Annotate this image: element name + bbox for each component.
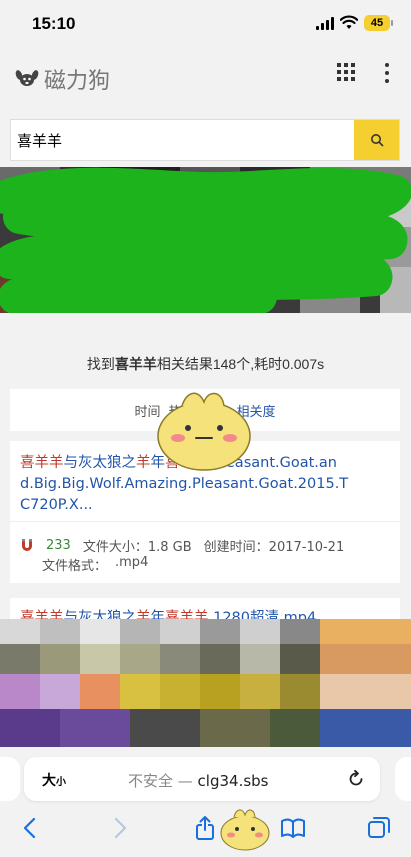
grid-menu-icon[interactable] bbox=[337, 63, 355, 81]
dog-paw-logo-icon[interactable] bbox=[15, 66, 39, 90]
bookmarks-icon[interactable] bbox=[280, 815, 306, 841]
search-bar bbox=[10, 119, 400, 161]
summary-suffix: 相关结果148个,耗时0.007s bbox=[156, 356, 325, 372]
summary-query: 喜羊羊 bbox=[114, 356, 157, 372]
status-bar: 15:10 45 bbox=[0, 0, 411, 48]
mascot-sticker bbox=[157, 392, 251, 471]
title-highlight: 羊 bbox=[136, 455, 151, 471]
tabs-icon[interactable] bbox=[366, 815, 392, 841]
summary-prefix: 找到 bbox=[86, 356, 115, 372]
created-date: 创建时间：2017-10-21 bbox=[204, 536, 345, 555]
site-header: 磁力狗 bbox=[0, 55, 411, 100]
text-size-label: 大 bbox=[42, 773, 56, 789]
search-button[interactable] bbox=[354, 120, 399, 160]
created-date-value: 2017-10-21 bbox=[268, 539, 345, 555]
wifi-icon bbox=[340, 15, 358, 29]
previous-tab-peek[interactable] bbox=[0, 757, 20, 801]
result-meta: 233 文件大小：1.8 GB 创建时间：2017-10-21 文件格式： .m… bbox=[20, 535, 390, 575]
file-size: 文件大小：1.8 GB bbox=[83, 536, 192, 555]
file-format-label: 文件格式： bbox=[42, 559, 108, 574]
insecure-label: 不安全 — bbox=[128, 772, 198, 790]
result-summary: 找到喜羊羊相关结果148个,耗时0.007s bbox=[0, 354, 411, 374]
text-size-button[interactable]: 大小 bbox=[42, 770, 66, 790]
title-text: 与灰太狼之 bbox=[63, 455, 137, 471]
forward-icon[interactable] bbox=[106, 815, 132, 841]
file-format-value: .mp4 bbox=[115, 555, 149, 570]
cellular-signal-icon bbox=[316, 17, 334, 30]
site-name[interactable]: 磁力狗 bbox=[44, 63, 110, 95]
text-size-label-small: 小 bbox=[56, 777, 66, 788]
url-domain: clg34.sbs bbox=[197, 772, 269, 790]
search-icon bbox=[370, 134, 383, 147]
ad-banner-image bbox=[0, 619, 411, 747]
next-tab-peek[interactable] bbox=[395, 757, 411, 801]
card-divider bbox=[10, 521, 400, 522]
title-highlight: 喜羊羊 bbox=[20, 455, 64, 471]
file-size-value: 1.8 GB bbox=[147, 539, 192, 555]
back-icon[interactable] bbox=[18, 815, 44, 841]
magnet-count: 233 bbox=[46, 537, 71, 553]
reload-icon[interactable] bbox=[346, 769, 366, 789]
ad-banner-top[interactable] bbox=[0, 167, 411, 313]
status-time: 15:10 bbox=[32, 14, 76, 33]
ad-banner-bottom[interactable] bbox=[0, 619, 411, 747]
browser-toolbar bbox=[0, 805, 411, 857]
magnet-icon[interactable] bbox=[20, 538, 34, 552]
search-input[interactable] bbox=[11, 120, 355, 160]
file-size-label: 文件大小： bbox=[82, 539, 148, 555]
battery-icon: 45 bbox=[364, 15, 393, 31]
created-date-label: 创建时间： bbox=[203, 539, 269, 555]
address-bar[interactable]: 大小 不安全 — clg34.sbs bbox=[24, 757, 380, 801]
ad-banner-image bbox=[0, 167, 411, 313]
share-icon[interactable] bbox=[192, 815, 218, 841]
url-display[interactable]: 不安全 — clg34.sbs bbox=[128, 770, 269, 791]
more-vertical-icon[interactable] bbox=[384, 63, 390, 83]
